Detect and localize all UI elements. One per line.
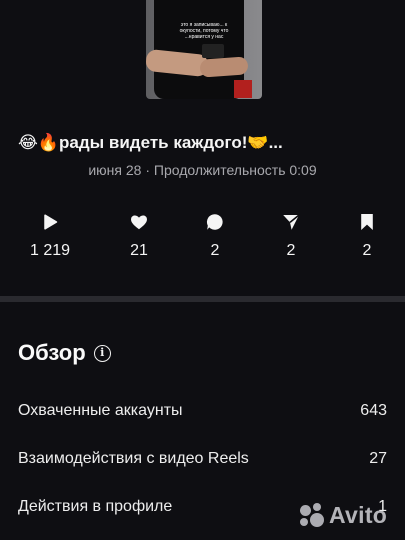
thumbnail-person	[154, 0, 244, 99]
thumbnail-arm	[199, 56, 249, 78]
thumbnail-object	[234, 80, 252, 98]
overview-header: Обзор i	[18, 340, 111, 366]
row-label: Взаимодействия с видео Reels	[18, 450, 249, 467]
row-value: 643	[360, 402, 387, 419]
stat-comments: 2	[185, 212, 245, 260]
comment-icon	[206, 214, 223, 230]
heart-icon	[131, 215, 147, 230]
avito-watermark: Avito	[298, 500, 402, 532]
comments-count: 2	[210, 242, 220, 259]
stat-saves: 2	[337, 212, 397, 260]
overview-row-interactions[interactable]: Взаимодействия с видео Reels 27	[18, 447, 387, 471]
watermark-text: Avito	[329, 502, 388, 528]
section-divider	[0, 296, 405, 302]
likes-count: 21	[130, 242, 148, 259]
thumbnail-overlay-text: это я записываю... к окупости, потому чт…	[179, 22, 229, 40]
shares-count: 2	[286, 242, 296, 259]
row-label: Охваченные аккаунты	[18, 402, 183, 419]
thumbnail-phone	[202, 44, 224, 58]
stats-row: 1 219 21 2 2 2	[0, 212, 405, 262]
overview-row-reach[interactable]: Охваченные аккаунты 643	[18, 399, 387, 423]
stat-likes: 21	[109, 212, 169, 260]
avito-logo-icon	[298, 503, 326, 529]
row-value: 27	[369, 450, 387, 467]
info-icon[interactable]: i	[93, 344, 111, 362]
reel-thumbnail[interactable]: это я записываю... к окупости, потому чт…	[146, 0, 262, 99]
stat-shares: 2	[261, 212, 321, 260]
bookmark-icon	[361, 214, 373, 230]
overview-title: Обзор	[18, 340, 86, 365]
row-label: Действия в профиле	[18, 498, 173, 515]
saves-count: 2	[362, 242, 372, 259]
play-icon	[44, 214, 58, 230]
stat-plays: 1 219	[20, 212, 80, 260]
plays-count: 1 219	[29, 242, 71, 259]
insights-screen: это я записываю... к окупости, потому чт…	[0, 0, 405, 540]
post-caption: 😂🔥рады видеть каждого!🤝...	[18, 133, 283, 152]
share-icon	[283, 214, 300, 230]
post-meta: июня 28 · Продолжительность 0:09	[88, 162, 317, 178]
